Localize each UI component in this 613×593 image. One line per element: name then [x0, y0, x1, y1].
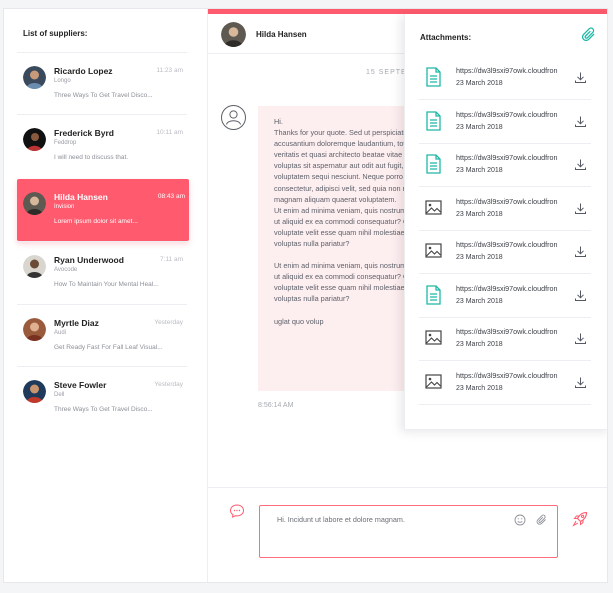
contact-item-steve-fowler[interactable]: Steve Fowler Yesterday Dell Three Ways T… — [17, 366, 187, 428]
attachments-title: Attachments: — [420, 33, 472, 42]
contact-company: Avocode — [54, 267, 78, 273]
sidebar-title: List of suppliers: — [23, 29, 88, 38]
contact-company: Longo — [54, 78, 71, 84]
attachment-url: https://dw3l9sxi97owk.cloudfron — [456, 240, 558, 249]
paperclip-icon[interactable] — [581, 27, 597, 43]
chat-contact-name: Hilda Hansen — [256, 30, 307, 39]
download-icon[interactable] — [574, 115, 587, 128]
doc-icon — [425, 67, 442, 87]
doc-icon — [425, 285, 442, 305]
contact-company: Dell — [54, 392, 65, 398]
contact-time: Yesterday — [154, 381, 183, 388]
attachment-date: 23 March 2018 — [456, 341, 503, 348]
message-time: 8:56:14 AM — [258, 402, 294, 409]
emoji-icon[interactable] — [514, 513, 526, 526]
attachment-date: 23 March 2018 — [456, 167, 503, 174]
attachment-item[interactable]: https://dw3l9sxi97owk.cloudfron 23 March… — [419, 188, 591, 231]
attachment-url: https://dw3l9sxi97owk.cloudfron — [456, 371, 558, 380]
user-icon — [221, 105, 246, 130]
contact-time: 7:11 am — [159, 256, 183, 263]
attachment-date: 23 March 2018 — [456, 254, 503, 261]
divider — [208, 487, 607, 488]
contact-preview: How To Maintain Your Mental Heal... — [54, 281, 159, 288]
attachment-item[interactable]: https://dw3l9sxi97owk.cloudfron 23 March… — [419, 101, 591, 144]
contact-name: Frederick Byrd — [54, 128, 114, 138]
contact-item-hilda-hansen[interactable]: Hilda Hansen 08:43 am Invision Lorem ips… — [17, 179, 189, 241]
avatar[interactable] — [221, 22, 246, 47]
attachment-url: https://dw3l9sxi97owk.cloudfron — [456, 197, 558, 206]
image-icon — [425, 241, 442, 261]
contact-name: Hilda Hansen — [54, 192, 108, 202]
attachment-item[interactable]: https://dw3l9sxi97owk.cloudfron 23 March… — [419, 362, 591, 405]
contact-preview: I will need to discuss that. — [54, 154, 129, 161]
messenger-app: List of suppliers: Ricardo Lopez 11:23 a… — [3, 8, 608, 583]
attachment-url: https://dw3l9sxi97owk.cloudfron — [456, 153, 558, 162]
avatar — [23, 318, 46, 341]
paperclip-icon[interactable] — [536, 513, 548, 525]
attachments-panel: Attachments: https://dw3l9sxi97owk.cloud… — [404, 14, 607, 430]
contact-time: 10:11 am — [156, 129, 183, 136]
attachment-item[interactable]: https://dw3l9sxi97owk.cloudfron 23 March… — [419, 231, 591, 274]
doc-icon — [425, 111, 442, 131]
attachment-item[interactable]: https://dw3l9sxi97owk.cloudfron 23 March… — [419, 318, 591, 361]
contact-company: Invision — [54, 204, 75, 210]
contact-item-myrtle-diaz[interactable]: Myrtle Diaz Yesterday Audi Get Ready Fas… — [17, 304, 187, 366]
contact-item-frederick-byrd[interactable]: Frederick Byrd 10:11 am Feddrop I will n… — [17, 114, 187, 176]
download-icon[interactable] — [574, 332, 587, 345]
contact-company: Audi — [54, 330, 67, 336]
contact-time: Yesterday — [154, 319, 183, 326]
avatar — [23, 66, 46, 89]
contact-item-ricardo-lopez[interactable]: Ricardo Lopez 11:23 am Longo Three Ways … — [17, 52, 187, 114]
download-icon[interactable] — [574, 376, 587, 389]
message-input-text: Hi. Incidunt ut labore et dolore magnam. — [277, 515, 405, 524]
download-icon[interactable] — [574, 245, 587, 258]
contact-item-ryan-underwood[interactable]: Ryan Underwood 7:11 am Avocode How To Ma… — [17, 241, 187, 303]
contact-name: Ryan Underwood — [54, 255, 124, 265]
attachment-url: https://dw3l9sxi97owk.cloudfron — [456, 327, 558, 336]
send-rocket-icon[interactable] — [571, 510, 589, 528]
attachment-item[interactable]: https://dw3l9sxi97owk.cloudfron 23 March… — [419, 275, 591, 318]
contact-name: Steve Fowler — [54, 380, 107, 390]
contact-preview: Three Ways To Get Travel Disco... — [54, 406, 153, 413]
attachment-item[interactable]: https://dw3l9sxi97owk.cloudfron 23 March… — [419, 144, 591, 187]
attachment-item[interactable]: https://dw3l9sxi97owk.cloudfron 23 March… — [419, 57, 591, 100]
image-icon — [425, 372, 442, 392]
attachment-date: 23 March 2018 — [456, 80, 503, 87]
message-input[interactable]: Hi. Incidunt ut labore et dolore magnam. — [259, 505, 558, 558]
attachment-url: https://dw3l9sxi97owk.cloudfron — [456, 66, 558, 75]
contact-name: Ricardo Lopez — [54, 66, 113, 76]
image-icon — [425, 198, 442, 218]
download-icon[interactable] — [574, 289, 587, 302]
download-icon[interactable] — [574, 158, 587, 171]
download-icon[interactable] — [574, 202, 587, 215]
attachment-date: 23 March 2018 — [456, 298, 503, 305]
contact-preview: Lorem ipsum dolor sit amet... — [54, 218, 138, 225]
contact-name: Myrtle Diaz — [54, 318, 99, 328]
contact-time: 08:43 am — [157, 193, 185, 200]
attachment-url: https://dw3l9sxi97owk.cloudfron — [456, 110, 558, 119]
avatar — [23, 128, 46, 151]
date-divider: 15 SEPTE — [366, 69, 407, 76]
contact-time: 11:23 am — [156, 67, 183, 74]
attachment-date: 23 March 2018 — [456, 211, 503, 218]
chat-bubble-icon[interactable] — [229, 503, 245, 519]
avatar — [23, 380, 46, 403]
avatar — [23, 255, 46, 278]
attachment-date: 23 March 2018 — [456, 124, 503, 131]
suppliers-sidebar: List of suppliers: Ricardo Lopez 11:23 a… — [4, 9, 208, 582]
attachment-url: https://dw3l9sxi97owk.cloudfron — [456, 284, 558, 293]
download-icon[interactable] — [574, 71, 587, 84]
contact-preview: Get Ready Fast For Fall Leaf Visual... — [54, 344, 163, 351]
attachment-date: 23 March 2018 — [456, 385, 503, 392]
image-icon — [425, 328, 442, 348]
doc-icon — [425, 154, 442, 174]
avatar — [23, 192, 46, 215]
contact-preview: Three Ways To Get Travel Disco... — [54, 92, 153, 99]
contact-company: Feddrop — [54, 140, 77, 146]
